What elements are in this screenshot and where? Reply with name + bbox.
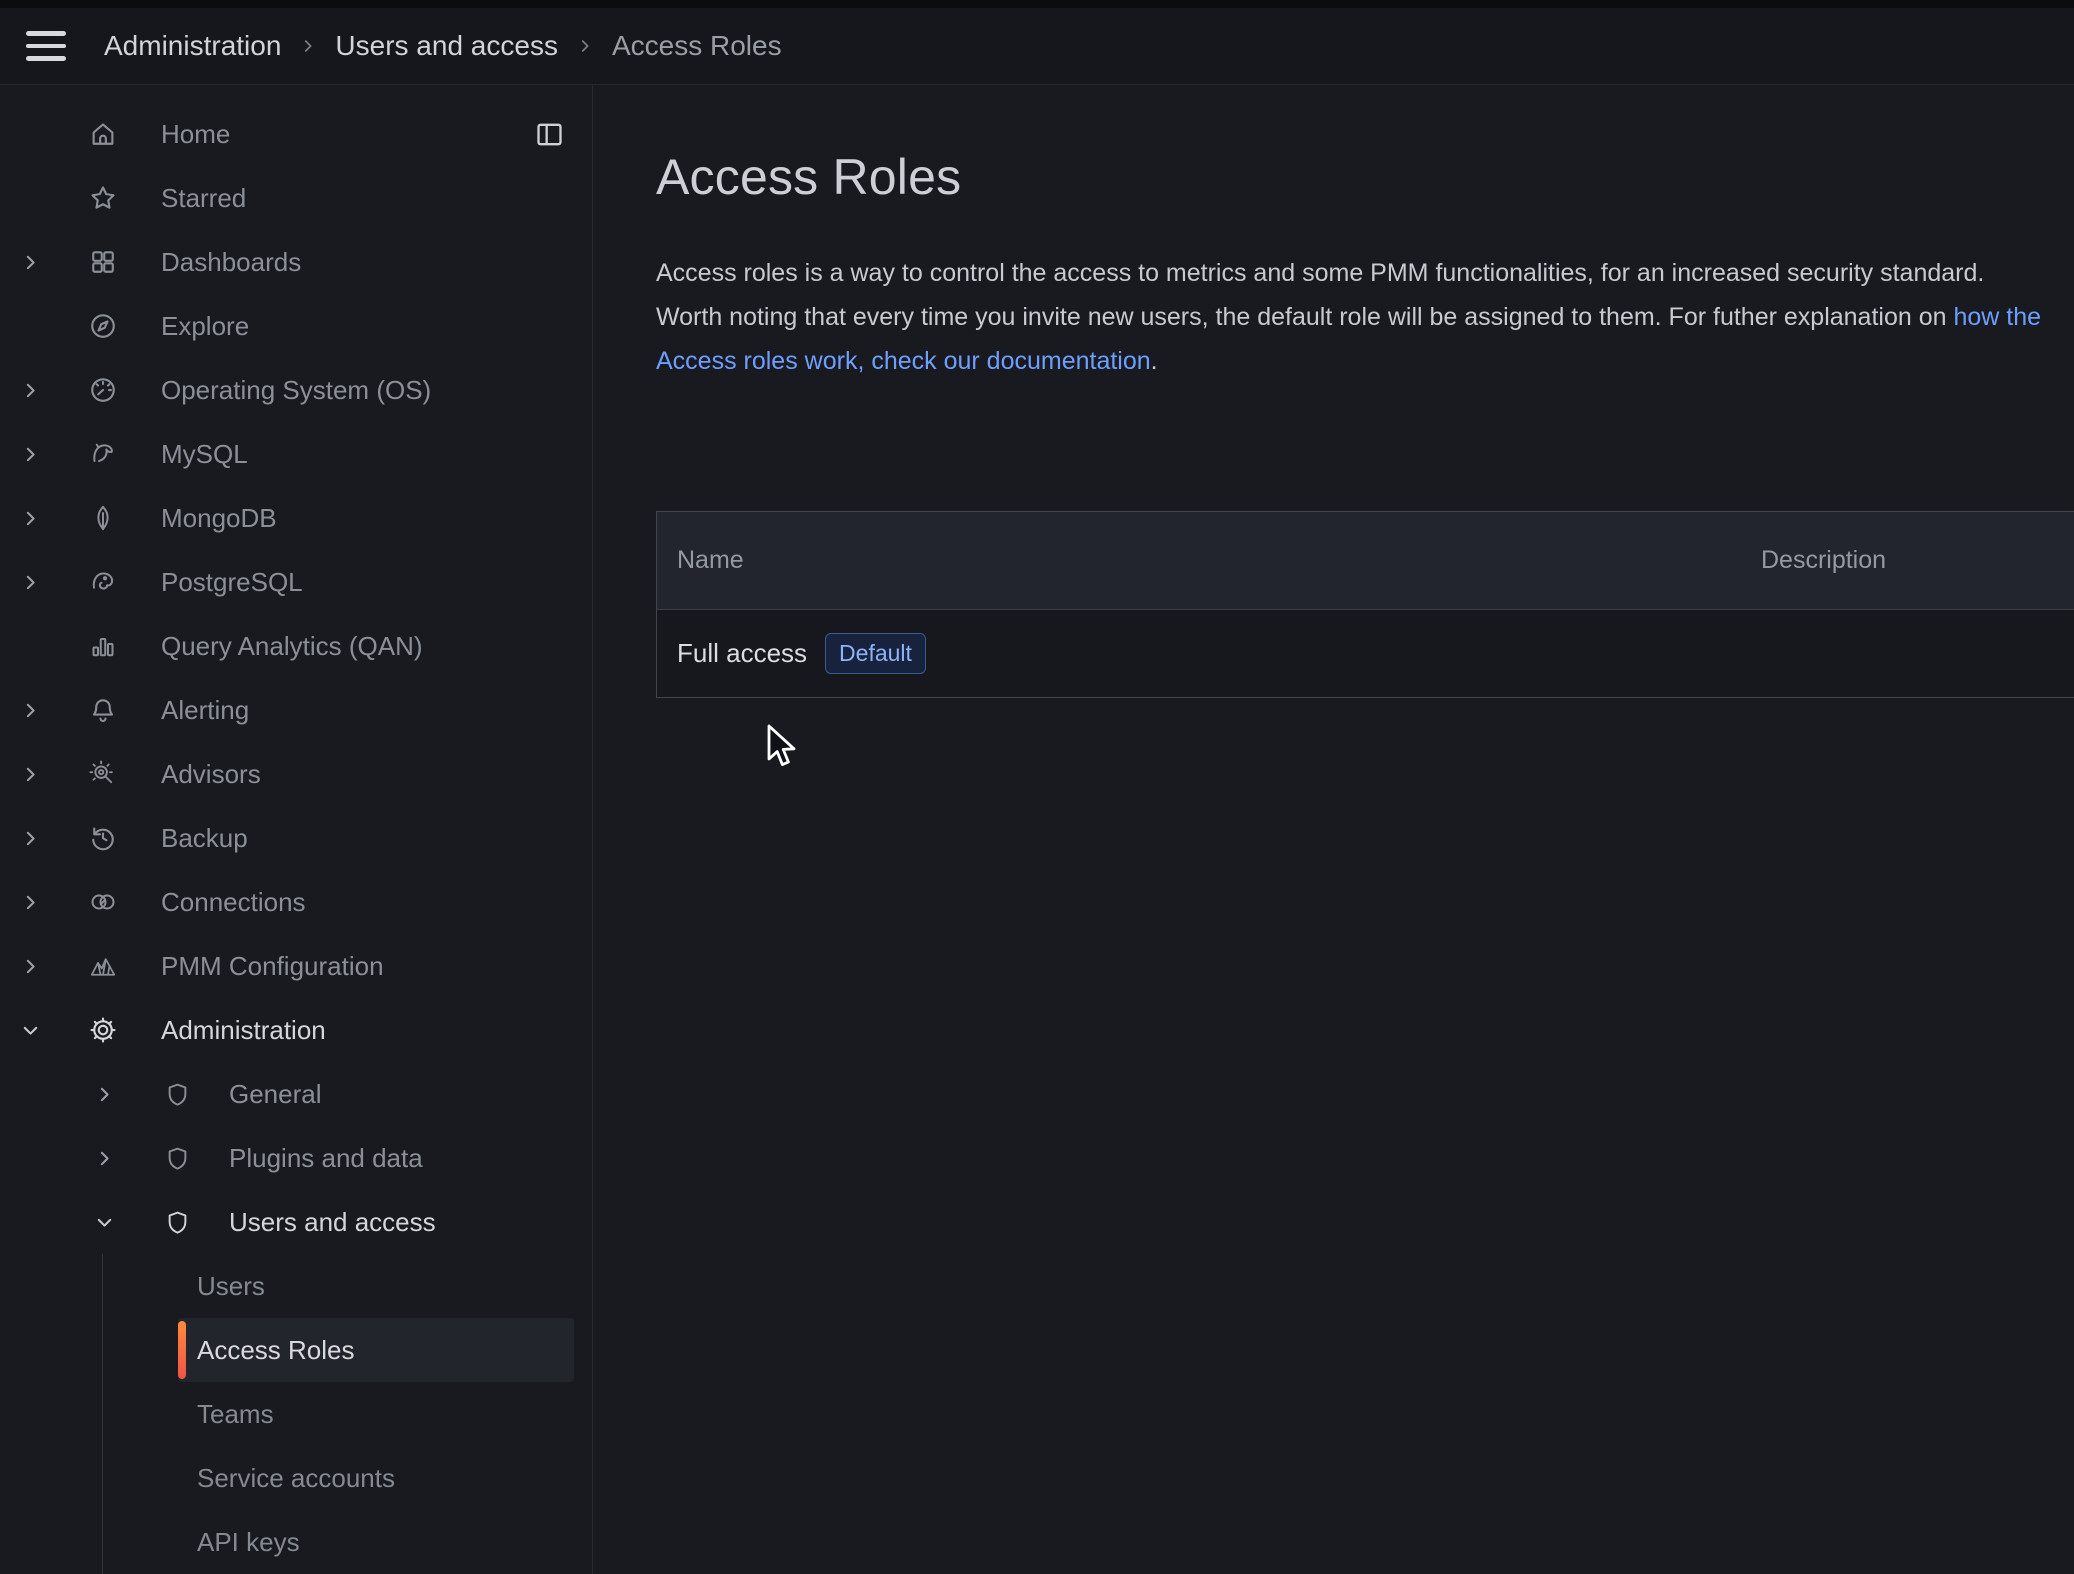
mountains-icon [88,951,118,981]
dolphin-icon [88,439,118,469]
compass-icon [88,311,118,341]
chevron-right-icon[interactable] [92,1146,116,1170]
sidebar-item-connections[interactable]: Connections [0,870,592,934]
dock-sidebar-icon[interactable] [534,119,565,150]
sidebar-item-backup[interactable]: Backup [0,806,592,870]
description-text: Access roles is a way to control the acc… [656,259,1984,331]
shield-icon [164,1081,191,1108]
shield-icon [164,1145,191,1172]
chevron-right-icon[interactable] [18,698,42,722]
bell-icon [88,695,118,725]
page-description: Access roles is a way to control the acc… [656,251,2048,383]
description-period: . [1151,347,1158,375]
users-and-access-subtree: Users Access Roles Teams Service account… [102,1254,592,1574]
sidebar-item-home[interactable]: Home [0,102,592,166]
access-roles-table: Name Description Full access Default [656,511,2074,698]
chevron-right-icon[interactable] [18,570,42,594]
star-icon [88,183,118,213]
apps-grid-icon [88,247,118,277]
sidebar-item-pmm-configuration[interactable]: PMM Configuration [0,934,592,998]
sidebar-item-advisors[interactable]: Advisors [0,742,592,806]
breadcrumb-administration[interactable]: Administration [104,30,281,62]
sidebar-item-teams[interactable]: Teams [103,1382,592,1446]
sidebar-item-plugins-and-data[interactable]: Plugins and data [0,1126,592,1190]
chevron-right-icon [299,37,317,55]
sidebar-navigation: Home Starred Dashboards Explore Operatin… [0,85,593,1574]
sidebar-item-access-roles[interactable]: Access Roles [178,1318,574,1382]
chevron-right-icon[interactable] [18,442,42,466]
breadcrumb: Administration Users and access Access R… [104,30,782,62]
sidebar-item-starred[interactable]: Starred [0,166,592,230]
breadcrumb-access-roles: Access Roles [612,30,782,62]
sidebar-item-dashboards[interactable]: Dashboards [0,230,592,294]
shield-icon [164,1209,191,1236]
sidebar-item-explore[interactable]: Explore [0,294,592,358]
menu-hamburger-icon[interactable] [26,31,66,61]
sidebar-item-postgresql[interactable]: PostgreSQL [0,550,592,614]
sidebar-item-operating-system[interactable]: Operating System (OS) [0,358,592,422]
role-name: Full access [677,638,807,669]
sidebar-item-api-keys[interactable]: API keys [103,1510,592,1574]
leaf-icon [88,503,118,533]
chevron-right-icon [576,37,594,55]
chevron-right-icon[interactable] [18,762,42,786]
sidebar-item-query-analytics[interactable]: Query Analytics (QAN) [0,614,592,678]
chevron-right-icon[interactable] [18,954,42,978]
chevron-down-icon[interactable] [92,1210,116,1234]
chevron-right-icon[interactable] [18,250,42,274]
linked-rings-icon [88,887,118,917]
chevron-down-icon[interactable] [18,1018,42,1042]
table-header-row: Name Description [657,512,2074,610]
page-title: Access Roles [656,148,2074,206]
sidebar-item-mysql[interactable]: MySQL [0,422,592,486]
history-clock-icon [88,823,118,853]
home-icon [88,119,118,149]
sidebar-item-service-accounts[interactable]: Service accounts [103,1446,592,1510]
elephant-icon [88,567,118,597]
gear-icon [88,1015,118,1045]
sidebar-item-users-and-access[interactable]: Users and access [0,1190,592,1254]
top-navigation-bar: Administration Users and access Access R… [0,8,2074,85]
magnifier-sparkle-icon [88,759,118,789]
sidebar-item-mongodb[interactable]: MongoDB [0,486,592,550]
column-header-description: Description [1741,546,2074,575]
sidebar-item-users[interactable]: Users [103,1254,592,1318]
sidebar-item-alerting[interactable]: Alerting [0,678,592,742]
main-content: Access Roles Access roles is a way to co… [593,85,2074,1574]
chevron-right-icon[interactable] [92,1082,116,1106]
sidebar-item-general[interactable]: General [0,1062,592,1126]
column-header-name: Name [657,546,1741,575]
chevron-right-icon[interactable] [18,506,42,530]
gauge-icon [88,375,118,405]
default-badge[interactable]: Default [825,633,926,675]
chevron-right-icon[interactable] [18,890,42,914]
table-row[interactable]: Full access Default [657,610,2074,697]
breadcrumb-users-and-access[interactable]: Users and access [335,30,558,62]
bar-chart-icon [88,631,118,661]
window-top-strip [0,0,2074,8]
chevron-right-icon[interactable] [18,378,42,402]
sidebar-item-administration[interactable]: Administration [0,998,592,1062]
chevron-right-icon[interactable] [18,826,42,850]
